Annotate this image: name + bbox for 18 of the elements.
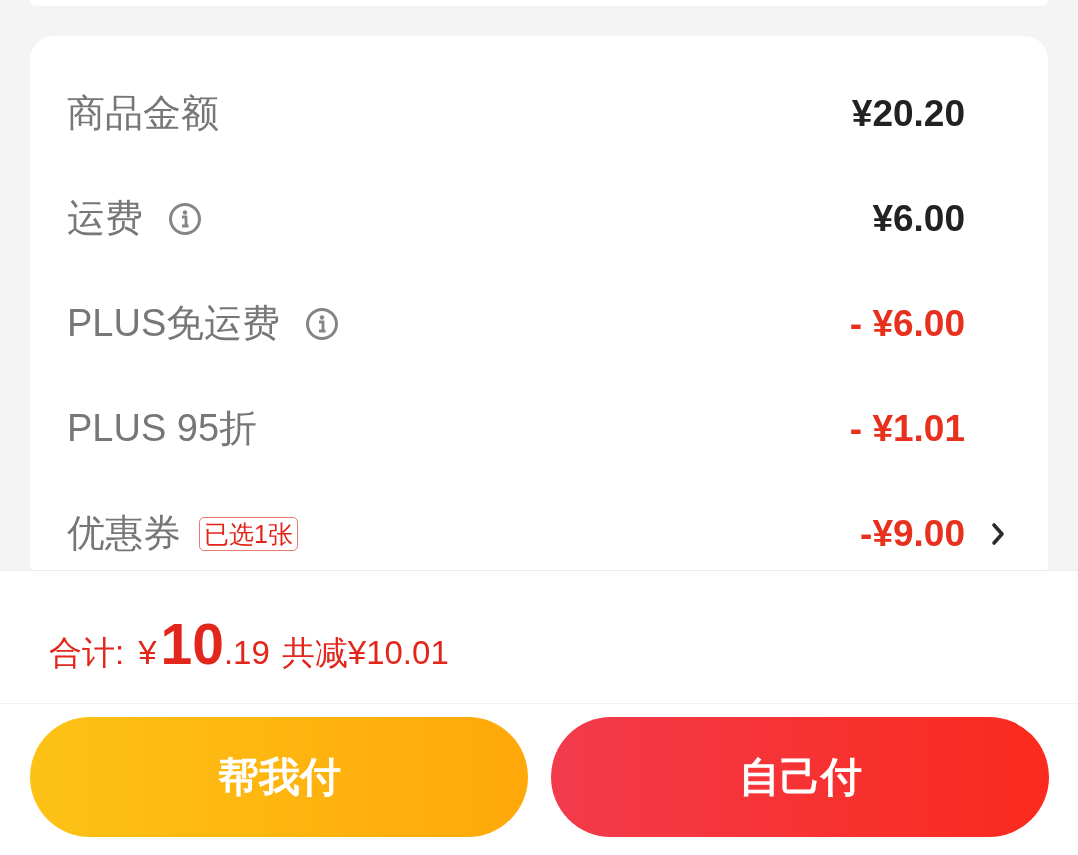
row-label: 运费 [67,196,143,241]
total-label: 合计: [49,633,125,673]
row-label: PLUS免运费 [67,301,281,346]
amount-value: -¥9.00 [860,512,965,555]
amount-value: ¥6.00 [872,197,965,240]
info-icon[interactable] [169,202,201,235]
row-label: 商品金额 [67,91,219,136]
pay-button[interactable]: 自己付 [551,717,1049,837]
row-label: PLUS 95折 [67,406,258,451]
amount-value: - ¥6.00 [849,302,965,345]
selected-count-tag: 已选1张 [199,516,298,551]
info-icon[interactable] [306,307,339,340]
chevron-icon[interactable] [991,521,1005,546]
amount-value: ¥20.20 [851,92,965,135]
row-label: 优惠券 [67,511,181,556]
total-price: ¥10.19 [138,611,270,677]
amount-value: - ¥1.01 [849,407,965,450]
savings-amount: 共减¥10.01 [281,633,449,673]
